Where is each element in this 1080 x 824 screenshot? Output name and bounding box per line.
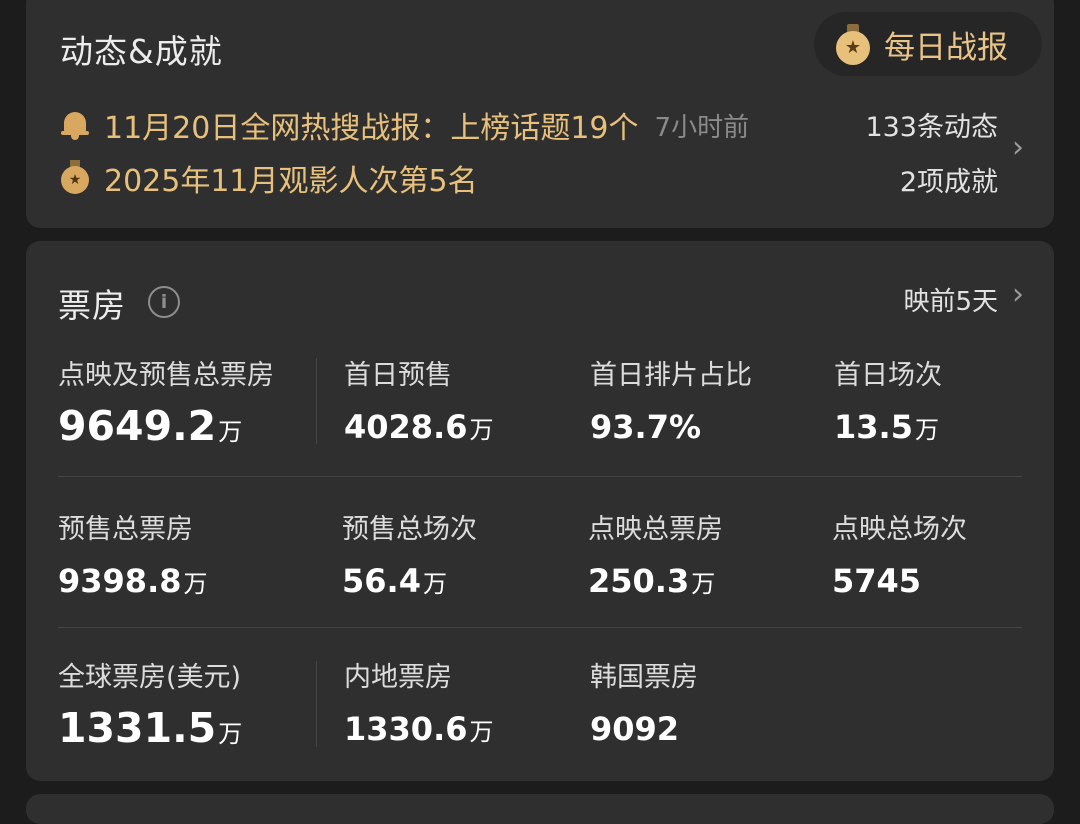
medal-icon: ★: [836, 24, 870, 65]
stat-preview-shows: 点映总场次 5745: [832, 507, 967, 600]
dynamics-title: 动态&成就: [60, 32, 223, 71]
stat-first-day-shows: 首日场次 13.5万: [834, 353, 942, 446]
unit: 万: [218, 418, 243, 446]
stat-value: 13.5: [834, 408, 913, 446]
stat-value: 1330.6: [344, 710, 468, 748]
chevron-right-icon[interactable]: ›: [1012, 277, 1024, 312]
boxoffice-card: 票房 i 映前5天 › 点映及预售总票房 9649.2万 首日预售 4028.6…: [26, 241, 1054, 781]
stat-presale-total: 点映及预售总票房 9649.2万: [58, 353, 274, 450]
stat-value: 93.7%: [590, 408, 702, 446]
stat-value: 56.4: [342, 562, 421, 600]
stat-value: 9092: [590, 710, 680, 748]
dynamics-card[interactable]: 动态&成就 ★ 每日战报 11月20日全网热搜战报：上榜话题19个 7小时前 ★…: [26, 0, 1054, 228]
stat-presale-boxoffice: 预售总票房 9398.8万: [58, 507, 207, 600]
unit: 万: [469, 416, 494, 444]
divider: [58, 627, 1022, 628]
release-status[interactable]: 映前5天: [903, 281, 998, 318]
info-icon[interactable]: i: [148, 286, 180, 318]
unit: 万: [914, 416, 939, 444]
updates-count[interactable]: 133条动态: [865, 105, 998, 144]
achievements-count[interactable]: 2项成就: [900, 160, 998, 199]
stat-label: 全球票房(美元): [58, 662, 242, 693]
daily-report-button[interactable]: ★ 每日战报: [814, 12, 1042, 76]
stat-label: 点映总票房: [588, 514, 723, 545]
stat-label: 首日预售: [344, 360, 452, 391]
stat-first-day-screen-share: 首日排片占比 93.7%: [590, 353, 752, 446]
news-text: 11月20日全网热搜战报：上榜话题19个: [104, 111, 639, 146]
stat-global-boxoffice: 全球票房(美元) 1331.5万: [58, 655, 242, 752]
stat-label: 内地票房: [344, 662, 452, 693]
divider: [316, 661, 317, 747]
stat-label: 首日场次: [834, 360, 942, 391]
stat-label: 首日排片占比: [590, 360, 752, 391]
news-item-ranking[interactable]: ★ 2025年11月观影人次第5名: [60, 156, 478, 200]
achievement-text: 2025年11月观影人次第5名: [104, 164, 478, 199]
unit: 万: [422, 570, 447, 598]
daily-report-label: 每日战报: [884, 29, 1008, 66]
stat-value: 250.3: [588, 562, 690, 600]
boxoffice-title: 票房: [58, 286, 126, 325]
unit: 万: [691, 570, 716, 598]
stat-value: 1331.5: [58, 704, 217, 752]
unit: 万: [183, 570, 208, 598]
medal-icon: ★: [60, 160, 90, 196]
stat-label: 点映总场次: [832, 514, 967, 545]
divider: [316, 358, 317, 444]
stat-korea-boxoffice: 韩国票房 9092: [590, 655, 698, 748]
unit: 万: [469, 718, 494, 746]
news-time: 7小时前: [654, 112, 750, 143]
stat-value: 9649.2: [58, 402, 217, 450]
bell-icon: [60, 110, 90, 140]
stat-label: 点映及预售总票房: [58, 360, 274, 391]
unit: 万: [218, 720, 243, 748]
stat-preview-boxoffice: 点映总票房 250.3万: [588, 507, 723, 600]
stat-label: 预售总场次: [342, 514, 477, 545]
news-item-hot-search[interactable]: 11月20日全网热搜战报：上榜话题19个 7小时前: [60, 103, 749, 147]
stat-label: 预售总票房: [58, 514, 193, 545]
stat-value: 5745: [832, 562, 922, 600]
stat-first-day-presale: 首日预售 4028.6万: [344, 353, 493, 446]
stat-value: 4028.6: [344, 408, 468, 446]
stat-label: 韩国票房: [590, 662, 698, 693]
stat-presale-shows: 预售总场次 56.4万: [342, 507, 477, 600]
next-card: [26, 794, 1054, 824]
divider: [58, 476, 1022, 477]
chevron-right-icon[interactable]: ›: [1012, 130, 1024, 165]
stat-mainland-boxoffice: 内地票房 1330.6万: [344, 655, 493, 748]
stat-value: 9398.8: [58, 562, 182, 600]
